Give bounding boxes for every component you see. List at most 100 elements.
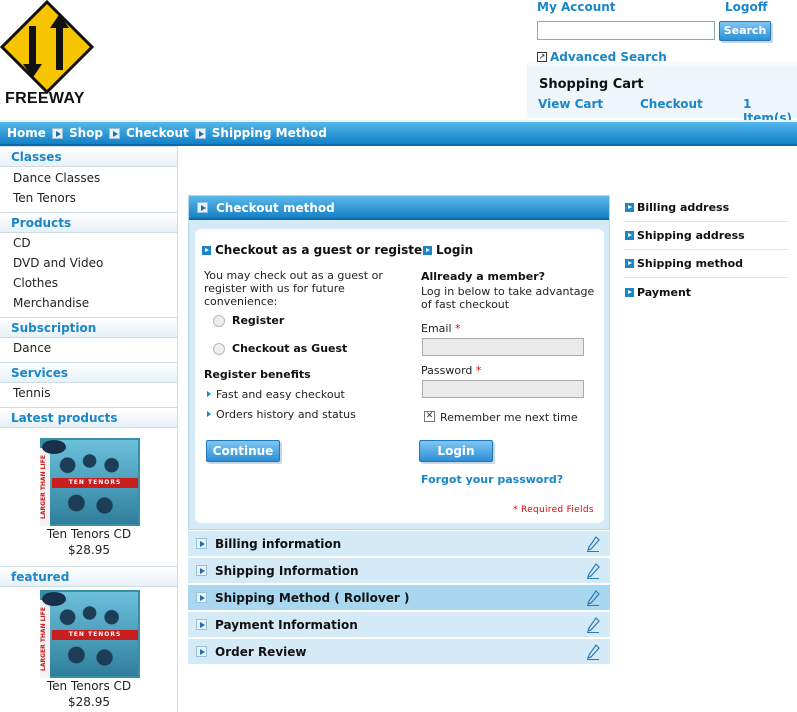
section-arrow-icon <box>197 202 208 213</box>
required-fields-note: * Required Fields <box>513 505 594 515</box>
benefit-item: Orders history and status <box>216 408 356 421</box>
checkout-method-title: Checkout method <box>216 201 335 215</box>
latest-product-name[interactable]: Ten Tenors CD <box>0 527 178 541</box>
guest-intro-text: You may check out as a guest or register… <box>204 269 383 308</box>
shopping-cart-title: Shopping Cart <box>539 77 644 92</box>
password-field[interactable] <box>422 380 584 398</box>
login-section-title: Login <box>436 243 474 257</box>
breadcrumb-arrow-icon <box>51 127 63 139</box>
sidebar-heading-services[interactable]: Services <box>0 362 177 383</box>
email-field[interactable] <box>422 338 584 356</box>
bullet-arrow-icon <box>207 411 211 417</box>
register-radio[interactable] <box>213 315 225 327</box>
required-marker: * <box>475 364 482 377</box>
register-benefits-title: Register benefits <box>204 368 311 381</box>
search-button[interactable]: Search <box>719 21 771 41</box>
right-nav-label: Shipping address <box>637 229 745 242</box>
featured-product-image[interactable]: LARGER THAN LIFE TEN TENORS <box>40 590 140 678</box>
step-arrow-icon <box>196 538 207 549</box>
edit-pencil-icon[interactable] <box>586 536 600 552</box>
email-label: Email * <box>421 322 461 335</box>
breadcrumb-home[interactable]: Home <box>7 126 46 140</box>
sidebar-item-dance[interactable]: Dance <box>13 341 51 355</box>
login-button[interactable]: Login <box>419 440 493 462</box>
right-nav-billing-address[interactable]: Billing address <box>624 194 788 222</box>
guest-radio[interactable] <box>213 343 225 355</box>
step-billing-information[interactable]: Billing information <box>188 531 610 557</box>
login-intro-text: Log in below to take advantage of fast c… <box>421 285 595 311</box>
breadcrumb-shop[interactable]: Shop <box>69 126 103 140</box>
sidebar-item-clothes[interactable]: Clothes <box>13 276 58 290</box>
sidebar-heading-products[interactable]: Products <box>0 212 177 233</box>
advanced-search-link[interactable]: Advanced Search <box>550 50 667 64</box>
logoff-link[interactable]: Logoff <box>725 0 767 14</box>
bullet-arrow-icon <box>207 391 211 397</box>
sidebar-item-dvd-video[interactable]: DVD and Video <box>13 256 103 270</box>
continue-button[interactable]: Continue <box>206 440 280 462</box>
logo-wordmark: FREEWAY <box>5 90 85 107</box>
sidebar-heading-classes[interactable]: Classes <box>0 146 177 167</box>
breadcrumb-checkout[interactable]: Checkout <box>126 126 189 140</box>
breadcrumb-arrow-icon <box>194 127 206 139</box>
latest-product-image[interactable]: LARGER THAN LIFE TEN TENORS <box>40 438 140 526</box>
step-payment-information[interactable]: Payment Information <box>188 612 610 638</box>
step-shipping-information[interactable]: Shipping Information <box>188 558 610 584</box>
sidebar-item-tennis[interactable]: Tennis <box>13 386 50 400</box>
sidebar-heading-subscription[interactable]: Subscription <box>0 317 177 338</box>
step-arrow-icon <box>196 646 207 657</box>
step-order-review[interactable]: Order Review <box>188 639 610 665</box>
guest-section-arrow-icon <box>202 246 211 255</box>
right-nav-label: Billing address <box>637 201 730 214</box>
edit-pencil-icon[interactable] <box>586 590 600 606</box>
view-cart-link[interactable]: View Cart <box>538 97 603 111</box>
my-account-link[interactable]: My Account <box>537 0 616 14</box>
register-radio-label[interactable]: Register <box>232 314 284 327</box>
remember-me-label[interactable]: Remember me next time <box>440 411 578 424</box>
sidebar-heading-latest-products: Latest products <box>0 407 177 428</box>
sidebar-item-ten-tenors[interactable]: Ten Tenors <box>13 191 76 205</box>
advanced-search-icon[interactable]: ↗ <box>537 52 547 62</box>
breadcrumb-shipping-method[interactable]: Shipping Method <box>212 126 327 140</box>
nav-arrow-icon <box>625 259 634 268</box>
benefit-item: Fast and easy checkout <box>216 388 345 401</box>
featured-product-price: $28.95 <box>68 695 110 709</box>
right-nav-label: Shipping method <box>637 257 744 270</box>
checkout-link[interactable]: Checkout <box>640 97 703 111</box>
step-label: Payment Information <box>215 618 358 632</box>
login-section-arrow-icon <box>423 246 432 255</box>
sidebar-heading-featured: featured <box>0 566 177 587</box>
nav-arrow-icon <box>625 203 634 212</box>
breadcrumb: Home Shop Checkout Shipping Method <box>0 120 797 146</box>
remember-me-checkbox[interactable]: ✕ <box>424 411 435 422</box>
step-arrow-icon <box>196 619 207 630</box>
edit-pencil-icon[interactable] <box>586 563 600 579</box>
sidebar: Classes Dance Classes Ten Tenors Product… <box>0 146 178 712</box>
step-label: Order Review <box>215 645 307 659</box>
nav-arrow-icon <box>625 288 634 297</box>
right-nav-shipping-address[interactable]: Shipping address <box>624 222 788 250</box>
sidebar-item-merchandise[interactable]: Merchandise <box>13 296 89 310</box>
right-nav-shipping-method[interactable]: Shipping method <box>624 250 788 278</box>
nav-arrow-icon <box>625 231 634 240</box>
password-label: Password * <box>421 364 482 377</box>
sidebar-item-cd[interactable]: CD <box>13 236 31 250</box>
step-shipping-method[interactable]: Shipping Method ( Rollover ) <box>188 585 610 611</box>
edit-pencil-icon[interactable] <box>586 644 600 660</box>
guest-radio-label[interactable]: Checkout as Guest <box>232 342 347 355</box>
checkout-method-panel: Checkout method Checkout as a guest or r… <box>188 195 610 530</box>
breadcrumb-arrow-icon <box>108 127 120 139</box>
checkout-method-content: Checkout as a guest or register You may … <box>195 229 604 523</box>
required-marker: * <box>455 322 461 335</box>
latest-product-price: $28.95 <box>68 543 110 557</box>
guest-section-title: Checkout as a guest or register <box>215 243 429 257</box>
right-nav-label: Payment <box>637 286 692 299</box>
step-label: Billing information <box>215 537 342 551</box>
step-arrow-icon <box>196 565 207 576</box>
right-nav-payment[interactable]: Payment <box>624 279 788 307</box>
edit-pencil-icon[interactable] <box>586 617 600 633</box>
checkout-method-header[interactable]: Checkout method <box>189 196 609 220</box>
forgot-password-link[interactable]: Forgot your password? <box>421 473 563 486</box>
search-input[interactable] <box>537 21 715 40</box>
sidebar-item-dance-classes[interactable]: Dance Classes <box>13 171 100 185</box>
featured-product-name[interactable]: Ten Tenors CD <box>0 679 178 693</box>
